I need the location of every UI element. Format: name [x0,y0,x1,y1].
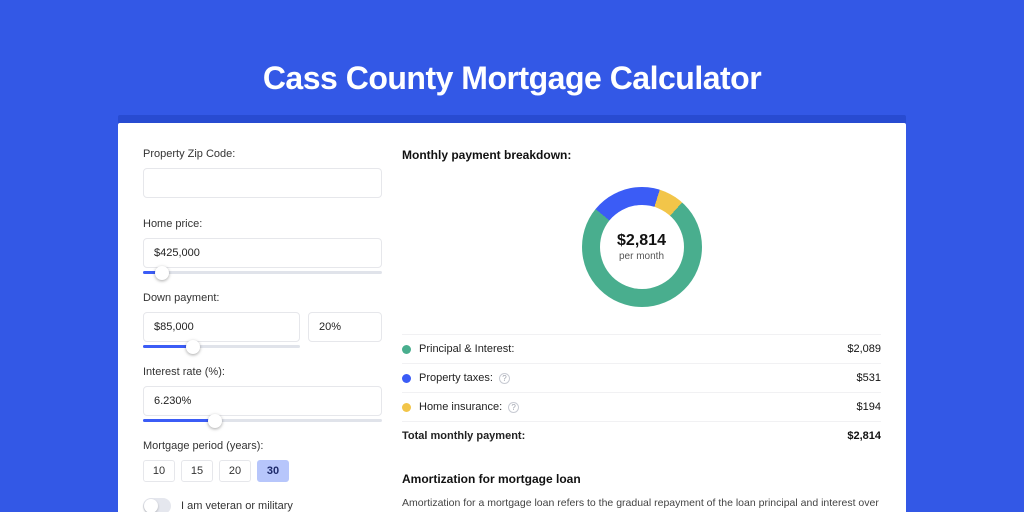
inputs-column: Property Zip Code: Home price: Down paym… [143,148,382,512]
total-row: Total monthly payment: $2,814 [402,421,881,450]
home-price-block: Home price: [143,218,382,274]
donut-amount: $2,814 [617,232,666,250]
down-payment-label: Down payment: [143,292,382,304]
breakdown-column: Monthly payment breakdown: $2,814 per mo… [402,148,881,512]
yellow-dot-icon [402,403,411,412]
amortization-title: Amortization for mortgage loan [402,472,881,486]
amortization-text: Amortization for a mortgage loan refers … [402,496,881,512]
shadow-header: Property Zip Code: Home price: Down paym… [118,115,906,512]
legend-value: $2,089 [847,343,881,355]
down-payment-block: Down payment: [143,292,382,348]
total-value: $2,814 [847,430,881,442]
home-price-input[interactable] [143,238,382,268]
period-option-20[interactable]: 20 [219,460,251,482]
interest-rate-block: Interest rate (%): [143,366,382,422]
total-label: Total monthly payment: [402,430,525,442]
interest-rate-input[interactable] [143,386,382,416]
legend-label: Home insurance: [419,401,502,413]
zip-input[interactable] [143,168,382,198]
legend-row: Principal & Interest: $2,089 [402,334,881,363]
legend-value: $194 [857,401,881,413]
donut-chart: $2,814 per month [402,174,881,319]
legend-row: Home insurance:? $194 [402,392,881,421]
period-label: Mortgage period (years): [143,440,382,452]
legend-label: Property taxes: [419,372,493,384]
interest-rate-slider[interactable] [143,419,382,422]
period-block: Mortgage period (years): 10 15 20 30 [143,440,382,482]
zip-block: Property Zip Code: [143,148,382,198]
period-option-30[interactable]: 30 [257,460,289,482]
donut-subtitle: per month [619,251,664,262]
period-option-10[interactable]: 10 [143,460,175,482]
legend-row: Property taxes:? $531 [402,363,881,392]
page-title: Cass County Mortgage Calculator [0,0,1024,97]
info-icon[interactable]: ? [499,373,510,384]
veteran-label: I am veteran or military [181,500,293,512]
down-payment-percent-input[interactable] [308,312,382,342]
breakdown-title: Monthly payment breakdown: [402,148,881,162]
home-price-label: Home price: [143,218,382,230]
zip-label: Property Zip Code: [143,148,382,160]
legend-label: Principal & Interest: [419,343,514,355]
period-option-15[interactable]: 15 [181,460,213,482]
home-price-slider[interactable] [143,271,382,274]
green-dot-icon [402,345,411,354]
interest-rate-label: Interest rate (%): [143,366,382,378]
veteran-row: I am veteran or military [143,498,382,512]
down-payment-amount-input[interactable] [143,312,300,342]
calculator-panel: Property Zip Code: Home price: Down paym… [118,123,906,512]
down-payment-slider[interactable] [143,345,300,348]
blue-dot-icon [402,374,411,383]
legend-value: $531 [857,372,881,384]
legend: Principal & Interest: $2,089 Property taxe… [402,334,881,450]
period-options: 10 15 20 30 [143,460,382,482]
veteran-toggle[interactable] [143,498,171,512]
info-icon[interactable]: ? [508,402,519,413]
